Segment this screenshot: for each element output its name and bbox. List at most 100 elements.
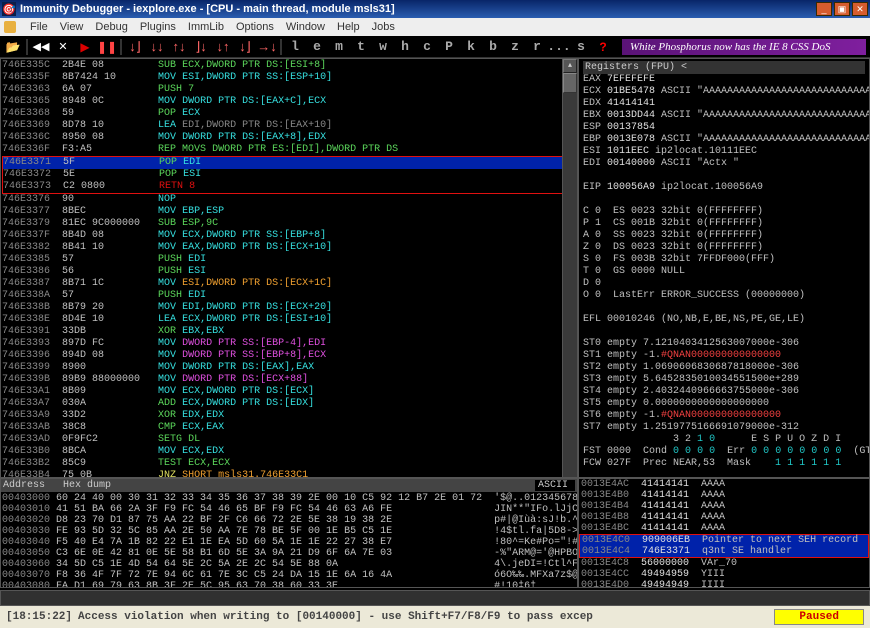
menu-window[interactable]: Window: [286, 21, 325, 33]
menu-jobs[interactable]: Jobs: [372, 21, 395, 33]
scroll-up-icon[interactable]: ▴: [563, 59, 577, 73]
scroll-thumb[interactable]: [563, 73, 577, 93]
menu-immlib[interactable]: ImmLib: [188, 21, 224, 33]
disasm-line[interactable]: 746E33A1 8B09 MOV ECX,DWORD PTR DS:[ECX]: [2, 386, 576, 398]
minimize-button[interactable]: _: [816, 2, 832, 16]
disasm-line[interactable]: 746E3368 59 POP ECX: [2, 108, 576, 120]
hex-line[interactable]: 00403020 D8 23 70 D1 87 75 AA 22 BF 2F C…: [2, 515, 576, 526]
disasm-line[interactable]: 746E3393 897D FC MOV DWORD PTR SS:[EBP-4…: [2, 338, 576, 350]
disasm-line[interactable]: 746E3385 57 PUSH EDI: [2, 254, 576, 266]
stack-line[interactable]: 0013E4B4 41414141 AAAA: [579, 501, 869, 512]
pause-icon[interactable]: ❚❚: [98, 38, 116, 56]
trace3-icon[interactable]: ↓⌋: [236, 38, 254, 56]
disasm-line[interactable]: 746E33AB 38C8 CMP ECX,EAX: [2, 422, 576, 434]
stack-line[interactable]: 0013E4CC 49494959 YIII: [579, 569, 869, 580]
hex-dump-pane[interactable]: Address Hex dump ASCII 00403000 60 24 40…: [0, 478, 578, 588]
disasm-line[interactable]: 746E338A 57 PUSH EDI: [2, 290, 576, 302]
close-x-icon[interactable]: ✕: [54, 38, 72, 56]
menu-plugins[interactable]: Plugins: [140, 21, 176, 33]
menu-view[interactable]: View: [60, 21, 84, 33]
hex-line[interactable]: 00403070 F8 36 4F 7F 72 7E 94 6C 61 7E 3…: [2, 570, 576, 581]
menu-options[interactable]: Options: [236, 21, 274, 33]
trace2-icon[interactable]: ↓↑: [214, 38, 232, 56]
register-line[interactable]: EBP 0013E078 ASCII "AAAAAAAAAAAAAAAAAAAA…: [583, 134, 865, 146]
tb-question[interactable]: ?: [594, 38, 612, 56]
tb-h[interactable]: h: [396, 38, 414, 56]
menu-help[interactable]: Help: [337, 21, 360, 33]
ret-icon[interactable]: →↓: [258, 38, 276, 56]
disasm-line[interactable]: 746E339B 89B9 88000000 MOV DWORD PTR DS:…: [2, 374, 576, 386]
disasm-line[interactable]: 746E33B2 85C9 TEST ECX,ECX: [2, 458, 576, 470]
run-icon[interactable]: ▶: [76, 38, 94, 56]
disasm-line[interactable]: 746E3387 8B71 1C MOV ESI,DWORD PTR DS:[E…: [2, 278, 576, 290]
disasm-line[interactable]: 746E3382 8B41 10 MOV EAX,DWORD PTR DS:[E…: [2, 242, 576, 254]
disasm-line[interactable]: 746E336C 8950 08 MOV DWORD PTR DS:[EAX+8…: [2, 132, 576, 144]
tb-e[interactable]: e: [308, 38, 326, 56]
disasm-line[interactable]: 746E33A9 33D2 XOR EDX,EDX: [2, 410, 576, 422]
disasm-line[interactable]: 746E338B 8B79 20 MOV EDI,DWORD PTR DS:[E…: [2, 302, 576, 314]
disasm-line[interactable]: 746E338E 8D4E 10 LEA ECX,DWORD PTR DS:[E…: [2, 314, 576, 326]
stack-line[interactable]: 0013E4C4 746E3371 q3nt SE handler: [580, 546, 868, 557]
stack-line[interactable]: 0013E4C0 909006EB Pointer to next SEH re…: [580, 535, 868, 546]
disasm-line[interactable]: 746E3371 5F POP EDI: [3, 157, 575, 169]
close-button[interactable]: ✕: [852, 2, 868, 16]
register-line[interactable]: ESP 00137854: [583, 122, 865, 134]
menu-file[interactable]: File: [30, 21, 48, 33]
registers-pane[interactable]: Registers (FPU) < EAX 7EFEFEFEECX 01BE54…: [578, 58, 870, 478]
disasm-line[interactable]: 746E335C 2B4E 08 SUB ECX,DWORD PTR DS:[E…: [2, 60, 576, 72]
stack-line[interactable]: 0013E4C8 56000000 VAr_70: [579, 558, 869, 569]
register-line[interactable]: EBX 0013DD44 ASCII "AAAAAAAAAAAAAAAAAAAA…: [583, 110, 865, 122]
disasm-line[interactable]: 746E3399 8900 MOV DWORD PTR DS:[EAX],EAX: [2, 362, 576, 374]
tb-c[interactable]: c: [418, 38, 436, 56]
disasm-line[interactable]: 746E3372 5E POP ESI: [3, 169, 575, 181]
hex-line[interactable]: 00403030 FE 93 5D 32 5C 85 AA 2E 50 AA 7…: [2, 526, 576, 537]
tb-r[interactable]: r: [528, 38, 546, 56]
stack-line[interactable]: 0013E4BC 41414141 AAAA: [579, 523, 869, 534]
disasm-line[interactable]: 746E3363 6A 07 PUSH 7: [2, 84, 576, 96]
menu-debug[interactable]: Debug: [95, 21, 127, 33]
hex-line[interactable]: 00403040 F5 40 E4 7A 1B 82 22 E1 1E EA 5…: [2, 537, 576, 548]
disasm-line[interactable]: 746E3369 8D78 10 LEA EDI,DWORD PTR DS:[E…: [2, 120, 576, 132]
tb-s[interactable]: s: [572, 38, 590, 56]
tb-l[interactable]: l: [286, 38, 304, 56]
disasm-line[interactable]: 746E3365 8948 0C MOV DWORD PTR DS:[EAX+C…: [2, 96, 576, 108]
tb-z[interactable]: z: [506, 38, 524, 56]
hex-line[interactable]: 00403060 34 5D C5 1E 4D 54 64 5E 2C 5A 2…: [2, 559, 576, 570]
tb-dots[interactable]: ...: [550, 38, 568, 56]
disasm-line[interactable]: 746E3373 C2 0800 RETN 8: [3, 181, 575, 193]
disasm-line[interactable]: 746E3376 90 NOP: [2, 194, 576, 206]
stack-line[interactable]: 0013E4B0 41414141 AAAA: [579, 490, 869, 501]
tb-b[interactable]: b: [484, 38, 502, 56]
disasm-line[interactable]: 746E3396 894D 08 MOV DWORD PTR SS:[EBP+8…: [2, 350, 576, 362]
disasm-line[interactable]: 746E335F 8B7424 10 MOV ESI,DWORD PTR SS:…: [2, 72, 576, 84]
stack-line[interactable]: 0013E4D0 49494949 IIII: [579, 580, 869, 588]
hex-line[interactable]: 00403050 C3 6E 0E 42 81 0E 5E 58 B1 6D 5…: [2, 548, 576, 559]
tb-w[interactable]: w: [374, 38, 392, 56]
stack-line[interactable]: 0013E4B8 41414141 AAAA: [579, 512, 869, 523]
tb-P[interactable]: P: [440, 38, 458, 56]
command-bar[interactable]: [0, 590, 870, 606]
register-line[interactable]: ESI 1011EEC ip2locat.10111EEC: [583, 146, 865, 158]
register-line[interactable]: EDI 00140000 ASCII "Actx ": [583, 158, 865, 170]
rewind-icon[interactable]: ◀◀: [32, 38, 50, 56]
tb-k[interactable]: k: [462, 38, 480, 56]
disasm-line[interactable]: 746E33A7 030A ADD ECX,DWORD PTR DS:[EDX]: [2, 398, 576, 410]
register-line[interactable]: ECX 01BE5478 ASCII "AAAAAAAAAAAAAAAAAAAA…: [583, 86, 865, 98]
disasm-line[interactable]: 746E3377 8BEC MOV EBP,ESP: [2, 206, 576, 218]
hex-line[interactable]: 00403010 41 51 BA 66 2A 3F F9 FC 54 46 6…: [2, 504, 576, 515]
step-over-icon[interactable]: ↓↓: [148, 38, 166, 56]
disasm-line[interactable]: 746E33B4 75 0B JNZ SHORT msls31.746E33C1: [2, 470, 576, 477]
disasm-line[interactable]: 746E3386 56 PUSH ESI: [2, 266, 576, 278]
step-out-icon[interactable]: ↑↓: [170, 38, 188, 56]
cpu-disasm-pane[interactable]: 746E335C 2B4E 08 SUB ECX,DWORD PTR DS:[E…: [0, 58, 578, 478]
tb-m[interactable]: m: [330, 38, 348, 56]
stack-pane[interactable]: 0013E4AC 41414141 AAAA0013E4B0 41414141 …: [578, 478, 870, 588]
disasm-line[interactable]: 746E337F 8B4D 08 MOV ECX,DWORD PTR SS:[E…: [2, 230, 576, 242]
tb-t[interactable]: t: [352, 38, 370, 56]
open-icon[interactable]: 📂: [4, 38, 22, 56]
eip-line[interactable]: EIP 100056A9 ip2locat.100056A9: [583, 182, 865, 194]
hex-line[interactable]: 00403080 FA D1 69 79 63 8B 3F 2E 5C 95 6…: [2, 581, 576, 587]
disasm-line[interactable]: 746E3391 33DB XOR EBX,EBX: [2, 326, 576, 338]
disasm-line[interactable]: 746E33AD 0F9FC2 SETG DL: [2, 434, 576, 446]
step-into-icon[interactable]: ↓⌋: [126, 38, 144, 56]
